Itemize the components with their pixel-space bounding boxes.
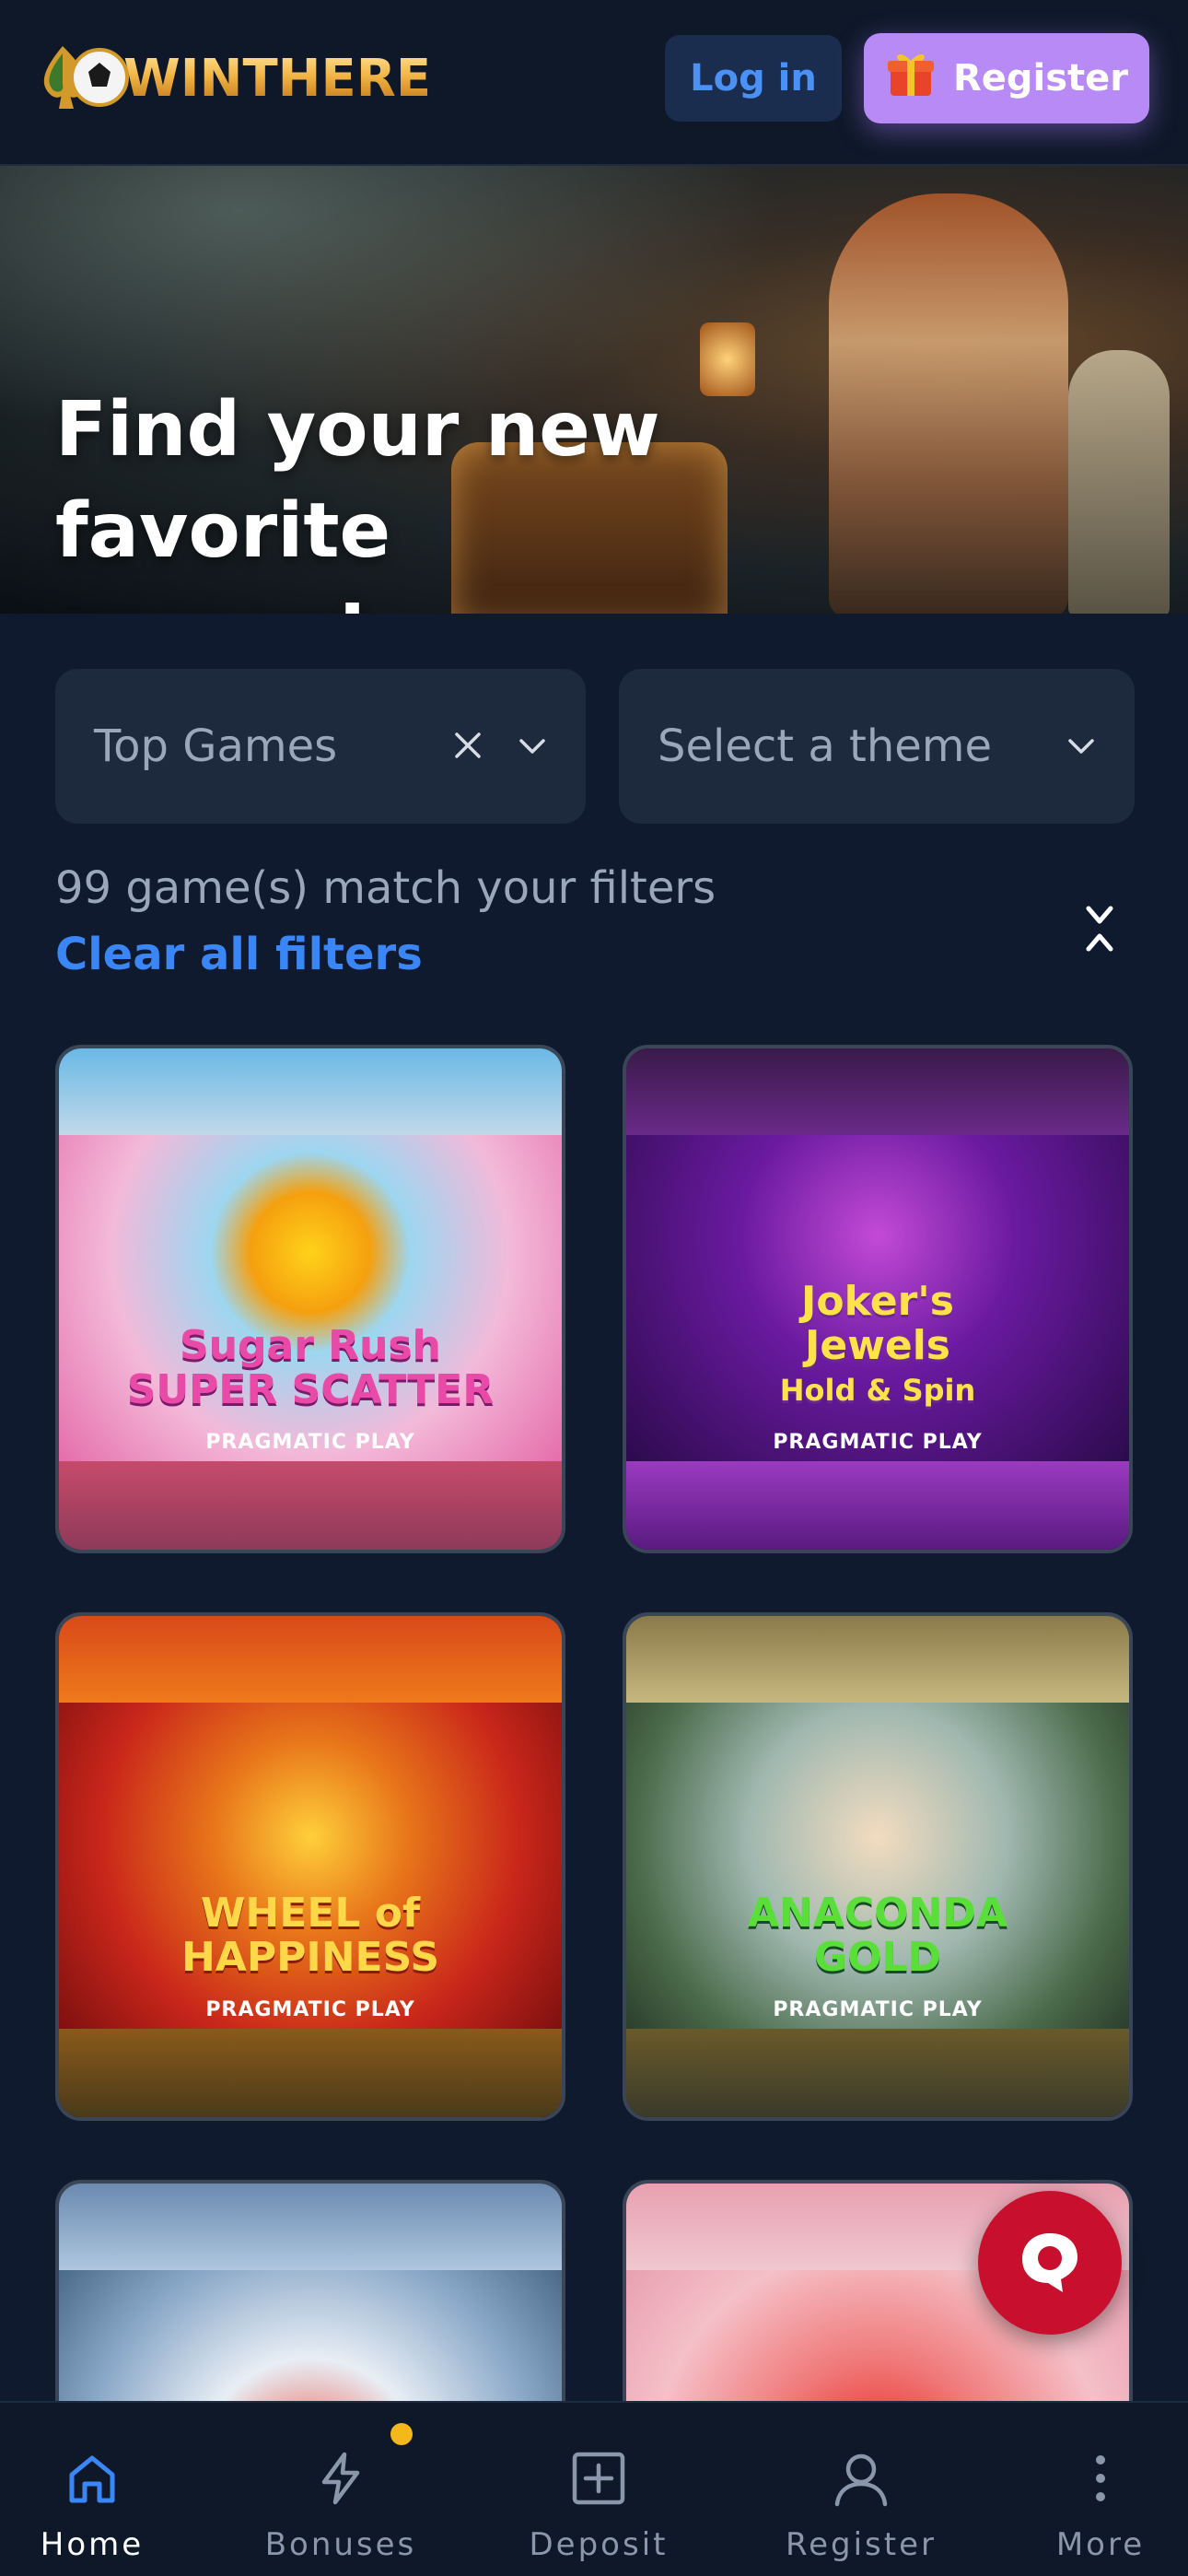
bottom-navigation: Home Bonuses Deposit Register More	[0, 2401, 1188, 2576]
home-icon	[55, 2441, 129, 2515]
nav-deposit[interactable]: Deposit	[516, 2403, 681, 2576]
nav-more[interactable]: More	[1031, 2403, 1170, 2576]
game-provider: PRAGMATIC PLAY	[205, 1998, 415, 2021]
game-provider: PRAGMATIC PLAY	[205, 1431, 415, 1454]
game-thumbnail: Joker's Jewels Hold & Spin PRAGMATIC PLA…	[626, 1135, 1129, 1470]
nav-home-label: Home	[40, 2526, 145, 2563]
skeleton-image	[1068, 350, 1170, 614]
game-title: Joker's Jewels Hold & Spin	[779, 1278, 976, 1409]
nav-register[interactable]: Register	[774, 2403, 949, 2576]
register-button-label: Register	[952, 57, 1129, 100]
game-card[interactable]: Sugar Rush SUPER SCATTER PRAGMATIC PLAY	[55, 1045, 565, 1553]
chevron-down-icon[interactable]	[1063, 728, 1100, 765]
nav-register-label: Register	[786, 2526, 937, 2563]
logo-text: WINTHERE	[123, 49, 432, 109]
plus-square-icon	[562, 2441, 635, 2515]
theme-filter-select[interactable]: Select a theme	[619, 669, 1135, 824]
game-thumbnail: WHEEL of HAPPINESS PRAGMATIC PLAY	[59, 1703, 562, 2038]
clear-filters-link[interactable]: Clear all filters	[55, 929, 423, 980]
hero-banner: Find your new favorite games!	[0, 166, 1188, 614]
register-button[interactable]: Register	[864, 33, 1149, 123]
game-card[interactable]: WHEEL of HAPPINESS PRAGMATIC PLAY	[55, 1612, 565, 2121]
game-title: Sugar Rush SUPER SCATTER	[126, 1322, 495, 1413]
game-title: WHEEL of HAPPINESS	[181, 1890, 440, 1981]
theme-filter-placeholder: Select a theme	[658, 720, 993, 772]
game-card[interactable]: Joker's Jewels Hold & Spin PRAGMATIC PLA…	[623, 1045, 1133, 1553]
game-provider: PRAGMATIC PLAY	[773, 1998, 983, 2021]
game-provider: PRAGMATIC PLAY	[773, 1431, 983, 1454]
site-logo[interactable]: WINTHERE	[37, 35, 431, 123]
chevron-down-icon[interactable]	[514, 728, 551, 765]
nav-home[interactable]: Home	[18, 2403, 166, 2576]
live-chat-button[interactable]	[978, 2191, 1122, 2335]
hero-title-line1: Find your new favorite	[55, 386, 660, 575]
game-card[interactable]: ANACONDA GOLD PRAGMATIC PLAY	[623, 1612, 1133, 2121]
spade-ball-logo-icon	[37, 35, 129, 123]
top-header: WINTHERE Log in Register	[0, 0, 1188, 166]
game-title: ANACONDA GOLD	[747, 1890, 1008, 1981]
filter-match-count: 99 game(s) match your filters	[55, 862, 716, 914]
login-button[interactable]: Log in	[665, 35, 842, 122]
close-icon[interactable]	[453, 723, 483, 770]
game-thumbnail: ANACONDA GOLD PRAGMATIC PLAY	[626, 1703, 1129, 2038]
nav-deposit-label: Deposit	[529, 2526, 669, 2563]
bonuses-notification-badge	[390, 2423, 413, 2445]
collapse-icon[interactable]	[1077, 901, 1122, 956]
nav-more-label: More	[1055, 2526, 1146, 2563]
hero-title-line2: games!	[55, 582, 976, 614]
category-filter-value: Top Games	[94, 720, 338, 772]
hero-title: Find your new favorite games!	[55, 380, 976, 614]
game-thumbnail: Sugar Rush SUPER SCATTER PRAGMATIC PLAY	[59, 1135, 562, 1470]
gift-icon	[885, 48, 937, 109]
category-filter-select[interactable]: Top Games	[55, 669, 586, 824]
chat-bubble-icon	[1015, 2226, 1085, 2300]
user-icon	[824, 2441, 898, 2515]
lightning-icon	[304, 2441, 378, 2515]
more-vertical-icon	[1064, 2441, 1137, 2515]
nav-bonuses-label: Bonuses	[264, 2526, 417, 2563]
